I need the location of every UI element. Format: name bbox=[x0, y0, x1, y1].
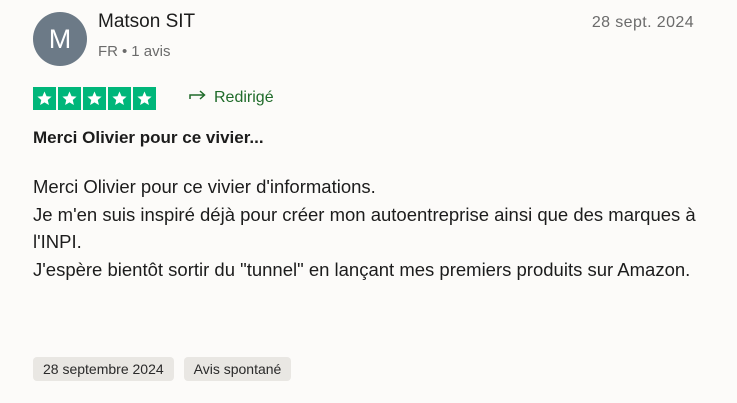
experience-date-tag: 28 septembre 2024 bbox=[33, 357, 174, 381]
star-icon bbox=[133, 87, 156, 110]
review-body-line: Je m'en suis inspiré déjà pour créer mon… bbox=[33, 203, 696, 253]
star-icon bbox=[83, 87, 106, 110]
avatar[interactable]: M bbox=[33, 12, 87, 66]
star-icon bbox=[108, 87, 131, 110]
star-icon bbox=[33, 87, 56, 110]
author-review-count: 1 avis bbox=[131, 43, 171, 60]
author-country: FR bbox=[98, 43, 118, 60]
star-rating bbox=[33, 87, 156, 110]
review-type-tag[interactable]: Avis spontané bbox=[183, 357, 292, 381]
review-body-line: J'espère bientôt sortir du "tunnel" en l… bbox=[33, 258, 691, 280]
author-meta: FR • 1 avis bbox=[98, 43, 170, 60]
review-title[interactable]: Merci Olivier pour ce vivier... bbox=[33, 128, 264, 148]
review-tags: 28 septembre 2024 Avis spontané bbox=[33, 357, 292, 381]
review-card: M Matson SIT FR • 1 avis 28 sept. 2024 Red… bbox=[0, 0, 737, 403]
review-body: Merci Olivier pour ce vivier d'informati… bbox=[33, 173, 713, 283]
redirected-label: Redirigé bbox=[214, 88, 274, 106]
review-date: 28 sept. 2024 bbox=[591, 14, 694, 31]
redirected-indicator[interactable]: Redirigé bbox=[188, 88, 274, 107]
meta-separator: • bbox=[122, 43, 128, 60]
redirect-arrow-icon bbox=[188, 88, 208, 107]
author-name[interactable]: Matson SIT bbox=[98, 11, 195, 33]
review-body-line: Merci Olivier pour ce vivier d'informati… bbox=[33, 176, 376, 197]
star-icon bbox=[58, 87, 81, 110]
avatar-initial: M bbox=[48, 23, 72, 54]
